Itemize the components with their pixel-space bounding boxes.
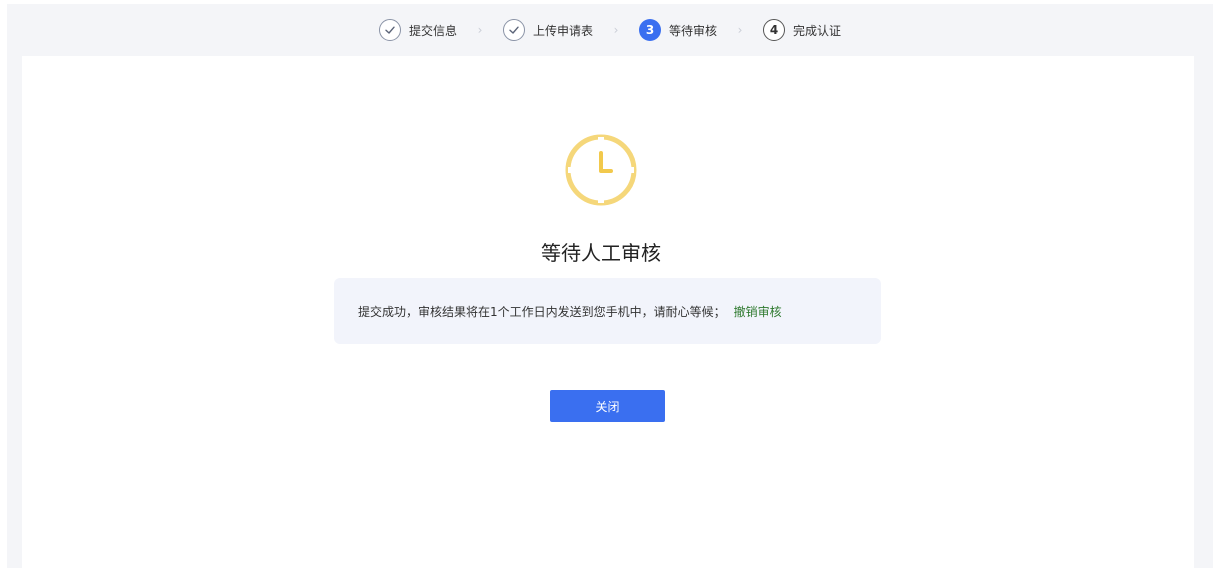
status-message: 提交成功，审核结果将在1个工作日内发送到您手机中，请耐心等候； [358,304,726,319]
step-label: 上传申请表 [532,23,593,38]
chevron-right-icon: › [737,23,743,37]
check-icon [378,19,401,41]
step-upload-form: 上传申请表 [502,19,593,41]
step-number: 3 [639,19,661,41]
chevron-right-icon: › [477,23,483,37]
close-button[interactable]: 关闭 [550,390,665,422]
step-label: 完成认证 [793,23,842,38]
clock-icon [565,134,637,206]
step-number: 4 [763,19,786,41]
status-notice: 提交成功，审核结果将在1个工作日内发送到您手机中，请耐心等候； 撤销审核 [334,278,881,344]
status-title: 等待人工审核 [541,241,661,265]
step-submit-info: 提交信息 [378,19,457,41]
step-complete-auth: 4 完成认证 [763,19,841,41]
chevron-right-icon: › [613,23,619,37]
step-label: 提交信息 [408,23,457,38]
step-waiting-review: 3 等待审核 [639,19,717,41]
revoke-review-link[interactable]: 撤销审核 [734,303,782,320]
step-label: 等待审核 [669,23,718,38]
check-icon [502,19,525,41]
progress-steps: 提交信息 › 上传申请表 › 3 等待审核 › 4 完成认证 [7,4,1213,56]
